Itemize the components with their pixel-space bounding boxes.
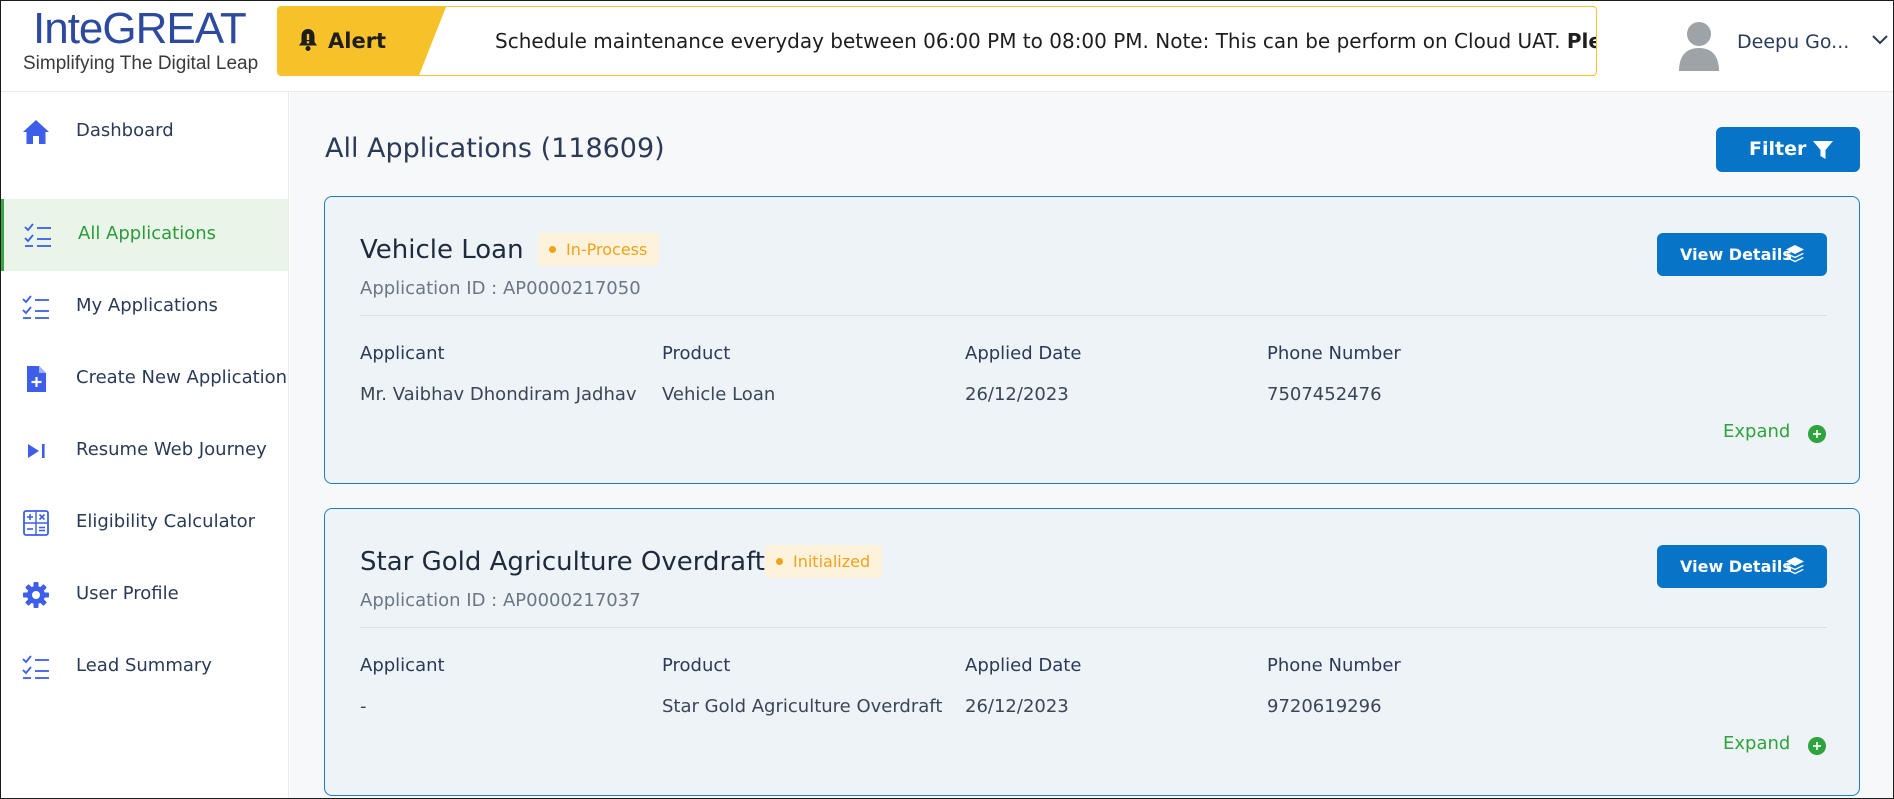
top-header: InteGREAT Simplifying The Digital Leap A… — [1, 1, 1893, 92]
layers-icon — [1786, 557, 1804, 575]
status-badge: Initialized — [765, 545, 883, 578]
applied-date-value: 26/12/2023 — [965, 696, 1069, 717]
view-details-label: View Details — [1680, 557, 1792, 576]
sidebar-item-my-applications[interactable]: My Applications — [1, 271, 288, 343]
sidebar-item-eligibility-calculator[interactable]: Eligibility Calculator — [1, 487, 288, 559]
calculator-icon — [23, 510, 49, 536]
page-title: All Applications (118609) — [325, 133, 665, 164]
applied-date-value: 26/12/2023 — [965, 384, 1069, 405]
logo-part-1: Inte — [33, 4, 103, 53]
card-divider — [360, 315, 1827, 316]
application-title: Vehicle Loan — [360, 235, 524, 265]
expand-label: Expand — [1723, 733, 1791, 754]
file-add-icon — [27, 366, 46, 392]
view-details-button[interactable]: View Details — [1657, 233, 1827, 276]
expand-label: Expand — [1723, 421, 1791, 442]
bell-icon — [299, 29, 317, 51]
sidebar-item-label: User Profile — [76, 583, 179, 604]
checklist-icon — [24, 223, 51, 247]
plus-circle-icon — [1808, 425, 1826, 443]
application-title: Star Gold Agriculture Overdraft — [360, 547, 765, 577]
view-details-button[interactable]: View Details — [1657, 545, 1827, 588]
checklist-icon — [22, 655, 49, 679]
sidebar-item-label: Create New Application — [76, 367, 288, 388]
sidebar-item-resume-web-journey[interactable]: Resume Web Journey — [1, 415, 288, 487]
sidebar-nav: Dashboard All Applications My Applicatio… — [1, 92, 289, 798]
application-id: Application ID : AP0000217050 — [360, 278, 641, 299]
product-value: Star Gold Agriculture Overdraft — [662, 696, 943, 717]
brand-logo[interactable]: InteGREAT Simplifying The Digital Leap — [23, 3, 263, 85]
sidebar-item-label: Resume Web Journey — [76, 439, 267, 460]
logo-part-2: GREAT — [102, 4, 246, 53]
chevron-down-icon[interactable] — [1871, 33, 1889, 47]
view-details-label: View Details — [1680, 245, 1792, 264]
column-header-product: Product — [662, 655, 731, 676]
user-name: Deepu Go... — [1737, 31, 1850, 53]
column-header-product: Product — [662, 343, 731, 364]
sidebar-item-label: My Applications — [76, 295, 218, 316]
gear-icon — [23, 582, 49, 608]
sidebar-item-create-new-application[interactable]: Create New Application — [1, 343, 288, 415]
user-menu[interactable]: Deepu Go... — [1677, 15, 1893, 75]
checklist-icon — [22, 295, 49, 319]
applicant-value: - — [360, 696, 367, 717]
sidebar-item-all-applications[interactable]: All Applications — [1, 199, 288, 271]
alert-message: Schedule maintenance everyday between 06… — [495, 29, 1596, 53]
card-divider — [360, 627, 1827, 628]
skip-forward-icon — [28, 444, 45, 458]
application-id: Application ID : AP0000217037 — [360, 590, 641, 611]
filter-button-label: Filter — [1749, 138, 1807, 160]
applicant-value: Mr. Vaibhav Dhondiram Jadhav — [360, 384, 637, 405]
product-value: Vehicle Loan — [662, 384, 776, 405]
status-dot-icon — [776, 558, 783, 565]
column-header-applied-date: Applied Date — [965, 343, 1082, 364]
phone-value: 9720619296 — [1267, 696, 1382, 717]
sidebar-item-lead-summary[interactable]: Lead Summary — [1, 631, 288, 703]
funnel-icon — [1813, 141, 1833, 159]
alert-banner: Alert Schedule maintenance everyday betw… — [277, 6, 1597, 76]
column-header-applicant: Applicant — [360, 655, 445, 676]
home-icon — [23, 120, 49, 144]
status-badge: In-Process — [538, 233, 660, 266]
logo-wordmark: InteGREAT — [33, 3, 247, 55]
status-badge-text: Initialized — [793, 552, 871, 571]
user-avatar-icon — [1679, 22, 1719, 71]
sidebar-item-label: Eligibility Calculator — [76, 511, 256, 532]
sidebar-item-dashboard[interactable]: Dashboard — [1, 96, 288, 168]
layers-icon — [1786, 245, 1804, 263]
application-card: Star Gold Agriculture Overdraft Initiali… — [324, 508, 1860, 796]
sidebar-item-label: Lead Summary — [76, 655, 212, 676]
plus-circle-icon — [1808, 737, 1826, 755]
main-content: All Applications (118609) Filter Vehicle… — [290, 92, 1893, 798]
alert-tag: Alert — [278, 7, 446, 75]
app-frame: InteGREAT Simplifying The Digital Leap A… — [0, 0, 1894, 799]
alert-message-bold: Plea — [1566, 29, 1596, 53]
application-card: Vehicle Loan In-Process Application ID :… — [324, 196, 1860, 484]
alert-message-text: Schedule maintenance everyday between 06… — [495, 29, 1561, 53]
sidebar-item-label: Dashboard — [76, 120, 174, 141]
logo-tagline: Simplifying The Digital Leap — [23, 53, 259, 74]
status-dot-icon — [549, 246, 556, 253]
column-header-phone: Phone Number — [1267, 343, 1401, 364]
phone-value: 7507452476 — [1267, 384, 1382, 405]
column-header-phone: Phone Number — [1267, 655, 1401, 676]
sidebar-item-label: All Applications — [78, 223, 216, 244]
status-badge-text: In-Process — [566, 240, 648, 259]
alert-label: Alert — [328, 29, 387, 53]
filter-button[interactable]: Filter — [1716, 127, 1860, 172]
sidebar-item-user-profile[interactable]: User Profile — [1, 559, 288, 631]
column-header-applicant: Applicant — [360, 343, 445, 364]
column-header-applied-date: Applied Date — [965, 655, 1082, 676]
